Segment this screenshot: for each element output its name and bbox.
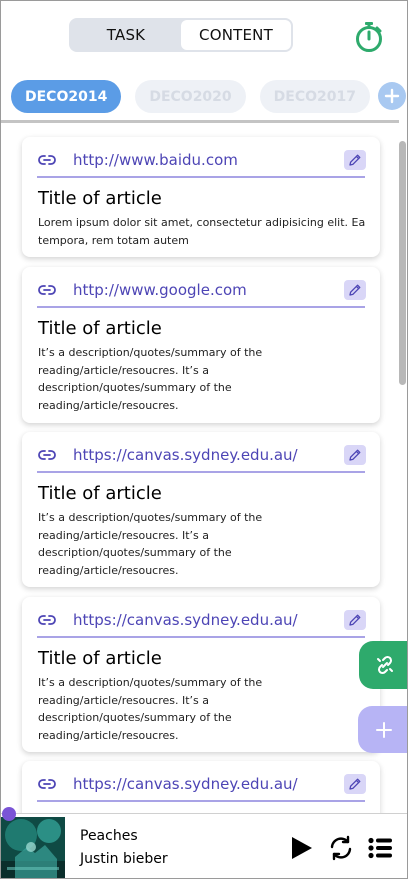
list-icon <box>368 837 392 859</box>
edit-button[interactable] <box>344 774 366 794</box>
course-chips: DECO2014 DECO2020 DECO2017 <box>11 80 370 113</box>
card-link-row: http://www.baidu.com <box>38 147 366 173</box>
card-divider <box>37 471 365 473</box>
add-course-button[interactable] <box>378 82 406 110</box>
course-chip-deco2014[interactable]: DECO2014 <box>11 80 122 113</box>
course-chip-deco2017[interactable]: DECO2017 <box>259 80 370 113</box>
plus-icon <box>384 88 400 104</box>
article-title: Title of article <box>38 483 162 504</box>
card-link-row: https://canvas.sydney.edu.au/ <box>38 607 366 633</box>
edit-button[interactable] <box>344 280 366 300</box>
article-description: It’s a description/quotes/summary of the… <box>38 346 263 412</box>
play-button[interactable] <box>291 836 313 864</box>
article-title: Title of article <box>38 188 162 209</box>
card-divider <box>37 800 365 802</box>
list-scrollbar[interactable] <box>399 141 406 385</box>
pencil-icon <box>349 154 361 166</box>
link-icon <box>38 155 56 165</box>
article-card[interactable]: http://www.baidu.com Title of article Lo… <box>22 137 380 257</box>
edit-button[interactable] <box>344 610 366 630</box>
pencil-icon <box>349 778 361 790</box>
repeat-icon <box>330 835 352 861</box>
add-link-button[interactable] <box>359 641 407 689</box>
article-description: It’s a description/quotes/summary of the… <box>38 676 263 742</box>
card-divider <box>37 176 365 178</box>
music-player: Peaches Justin bieber <box>1 813 407 878</box>
link-icon <box>38 615 56 625</box>
content-list[interactable]: http://www.baidu.com Title of article Lo… <box>1 123 407 813</box>
card-link-row: https://canvas.sydney.edu.au/ <box>38 442 366 468</box>
link-icon <box>38 779 56 789</box>
article-title: Title of article <box>38 318 162 339</box>
card-link-row: http://www.google.com <box>38 277 366 303</box>
article-url[interactable]: http://www.baidu.com <box>73 151 344 169</box>
course-chip-deco2020[interactable]: DECO2020 <box>135 80 246 113</box>
pencil-icon <box>349 449 361 461</box>
pencil-icon <box>349 614 361 626</box>
link-icon <box>38 450 56 460</box>
tab-task[interactable]: TASK <box>71 20 181 50</box>
article-card[interactable]: http://www.google.com Title of article I… <box>22 267 380 423</box>
article-card[interactable]: https://canvas.sydney.edu.au/ <box>22 761 380 813</box>
edit-button[interactable] <box>344 445 366 465</box>
song-title: Peaches <box>80 828 138 844</box>
play-icon <box>292 837 312 859</box>
article-url[interactable]: https://canvas.sydney.edu.au/ <box>73 446 344 464</box>
link-icon <box>377 655 393 675</box>
plus-icon <box>376 721 392 738</box>
stopwatch-icon[interactable] <box>353 21 385 53</box>
article-url[interactable]: https://canvas.sydney.edu.au/ <box>73 611 344 629</box>
article-card[interactable]: https://canvas.sydney.edu.au/ Title of a… <box>22 597 380 752</box>
queue-button[interactable] <box>368 837 392 863</box>
article-description: It’s a description/quotes/summary of the… <box>38 511 263 577</box>
article-card[interactable]: https://canvas.sydney.edu.au/ Title of a… <box>22 432 380 587</box>
artist-name: Justin bieber <box>80 851 168 867</box>
card-divider <box>37 636 365 638</box>
link-icon <box>38 285 56 295</box>
mode-toggle: TASK CONTENT <box>69 18 293 52</box>
progress-handle[interactable] <box>2 807 16 821</box>
article-description: Lorem ipsum dolor sit amet, consectetur … <box>38 216 366 247</box>
article-url[interactable]: https://canvas.sydney.edu.au/ <box>73 775 344 793</box>
card-divider <box>37 306 365 308</box>
article-title: Title of article <box>38 648 162 669</box>
tab-content[interactable]: CONTENT <box>181 20 291 50</box>
card-link-row: https://canvas.sydney.edu.au/ <box>38 771 366 797</box>
app-window: TASK CONTENT DECO2014 DECO2020 DECO2017 <box>0 0 408 879</box>
pencil-icon <box>349 284 361 296</box>
edit-button[interactable] <box>344 150 366 170</box>
article-url[interactable]: http://www.google.com <box>73 281 344 299</box>
album-cover[interactable] <box>1 817 65 878</box>
repeat-button[interactable] <box>328 835 354 865</box>
add-content-button[interactable] <box>358 706 407 753</box>
